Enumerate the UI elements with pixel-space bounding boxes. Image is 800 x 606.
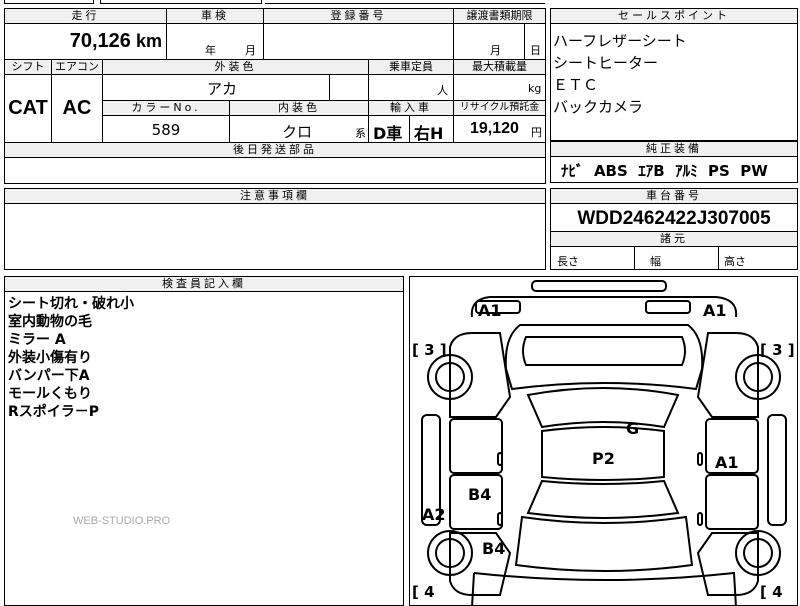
shift-cell: シフト CAT <box>5 60 52 142</box>
sales-point-item: ハーフレザーシート <box>553 32 687 50</box>
sales-point-item: ＥＴＣ <box>553 76 599 94</box>
import-cell: 輸入車 D車 右H <box>369 101 454 143</box>
sales-points-box: セールスポイント ハーフレザーシート シートヒーター ＥＴＣ バックカメラ <box>550 8 798 141</box>
load-header: 最大積載量 <box>454 60 545 75</box>
damage-label-right-fender: [ 3 ] <box>760 341 795 359</box>
transfer-month-label: 月 <box>490 44 501 57</box>
transfer-day-label: 日 <box>530 44 541 57</box>
dimensions-header: 諸元 <box>551 232 797 247</box>
recycle-value: 19,120 <box>470 120 519 137</box>
car-outline-diagram <box>421 280 787 605</box>
equipment-box: 純正装備 ﾅﾋﾞ ABS ｴｱB ｱﾙﾐ PS PW <box>550 141 798 183</box>
inspection-cell: 車検 年 月 <box>167 9 264 59</box>
capacity-cell: 乗車定員 人 <box>369 60 454 100</box>
inspection-year-label: 年 <box>205 44 216 57</box>
ac-header: エアコン <box>52 60 102 75</box>
capacity-unit: 人 <box>437 84 448 97</box>
damage-label-left-quarter: A2 <box>422 505 446 524</box>
damage-label-left-fender: [ 3 ] <box>412 341 447 359</box>
later-parts-cell: 後日発送部品 <box>5 143 545 183</box>
equipment-header: 純正装備 <box>551 142 797 157</box>
color-no-header: カラーNo. <box>103 101 229 116</box>
inspector-note: 室内動物の毛 <box>8 314 92 330</box>
ext-color-header: 外装色 <box>103 60 368 75</box>
recycle-header: リサイクル預託金 <box>454 101 545 116</box>
int-color-suffix: 系 <box>355 127 366 140</box>
shift-value: CAT <box>8 97 48 119</box>
damage-label-right-door: A1 <box>715 453 739 472</box>
sales-point-item: バックカメラ <box>553 98 644 116</box>
chassis-box: 車台番号 WDD2462422J307005 諸元 長さ 幅 高さ <box>550 188 798 270</box>
registration-header: 登録番号 <box>264 9 453 24</box>
sales-point-item: シートヒーター <box>553 54 659 72</box>
registration-cell: 登録番号 <box>264 9 454 59</box>
chassis-number: WDD2462422J307005 <box>577 208 771 229</box>
top-strip-left <box>4 0 94 4</box>
inspector-note: Rスポイラ－P <box>8 404 100 420</box>
int-color-value: クロ <box>282 123 313 141</box>
ext-color-cell: 外装色 アカ <box>103 60 369 100</box>
shift-header: シフト <box>5 60 51 75</box>
inspector-note: バンパー下A <box>8 368 90 384</box>
inspector-note: 外装小傷有り <box>8 350 92 366</box>
car-diagram-box: A1 A1 [ 3 ] [ 3 ] G P2 A1 B4 A2 B4 [ 4 [… <box>409 276 798 606</box>
damage-label-rear-right: [ 4 <box>760 583 783 601</box>
watermark: WEB-STUDIO.PRO <box>73 515 171 527</box>
capacity-header: 乗車定員 <box>369 60 453 75</box>
damage-label-left-rear-door: B4 <box>468 485 492 504</box>
mileage-header: 走行 <box>5 9 166 24</box>
ac-value: AC <box>62 97 92 119</box>
mileage-unit: km <box>135 31 162 51</box>
ext-color-value: アカ <box>207 80 238 98</box>
inspection-header: 車検 <box>167 9 263 24</box>
inspection-month-label: 月 <box>245 44 256 57</box>
notes-header: 注意事項欄 <box>5 189 545 204</box>
sales-points-header: セールスポイント <box>551 9 797 24</box>
dimension-width-label: 幅 <box>650 255 661 268</box>
inspector-header: 検査員記入欄 <box>5 277 403 292</box>
mileage-cell: 走行 70,126 km <box>5 9 167 59</box>
ac-cell: エアコン AC <box>52 60 103 142</box>
int-color-header: 内装色 <box>230 101 368 116</box>
color-no-cell: カラーNo. 589 <box>103 101 230 142</box>
later-parts-header: 後日発送部品 <box>5 143 545 158</box>
int-color-cell: 内装色 クロ 系 <box>230 101 369 142</box>
dimension-length-label: 長さ <box>557 255 579 268</box>
inspector-note: モールくもり <box>8 386 92 402</box>
transfer-cell: 譲渡書類期限 月 日 <box>454 9 545 59</box>
inspector-note: シート切れ・破れ小 <box>8 296 134 312</box>
inspector-note: ミラー A <box>8 332 66 348</box>
damage-label-front-right: A1 <box>703 301 727 320</box>
load-unit: kg <box>528 82 542 95</box>
recycle-cell: リサイクル預託金 19,120 円 <box>454 101 545 142</box>
color-no-value: 589 <box>151 121 181 139</box>
recycle-unit: 円 <box>531 126 542 139</box>
equipment-value: ﾅﾋﾞ ABS ｴｱB ｱﾙﾐ PS PW <box>561 162 768 180</box>
top-strip-right <box>265 0 545 4</box>
damage-label-center: P2 <box>592 449 615 468</box>
inspector-box: 検査員記入欄 シート切れ・破れ小 室内動物の毛 ミラー A 外装小傷有り バンパ… <box>4 276 404 606</box>
notes-box: 注意事項欄 <box>4 188 546 270</box>
chassis-header: 車台番号 <box>551 189 797 204</box>
import-dealer: D車 <box>373 124 403 143</box>
mileage-value: 70,126 <box>69 30 131 52</box>
damage-label-rear-left: [ 4 <box>412 583 435 601</box>
dimension-height-label: 高さ <box>724 255 746 268</box>
damage-label-left-rear: B4 <box>482 539 506 558</box>
load-cell: 最大積載量 kg <box>454 60 545 100</box>
damage-label-front-left: A1 <box>478 301 502 320</box>
import-header: 輸入車 <box>369 101 453 116</box>
transfer-header: 譲渡書類期限 <box>454 9 545 24</box>
import-handle: 右H <box>414 124 444 143</box>
damage-label-roof: G <box>626 419 640 438</box>
top-strip-mid <box>100 0 262 4</box>
